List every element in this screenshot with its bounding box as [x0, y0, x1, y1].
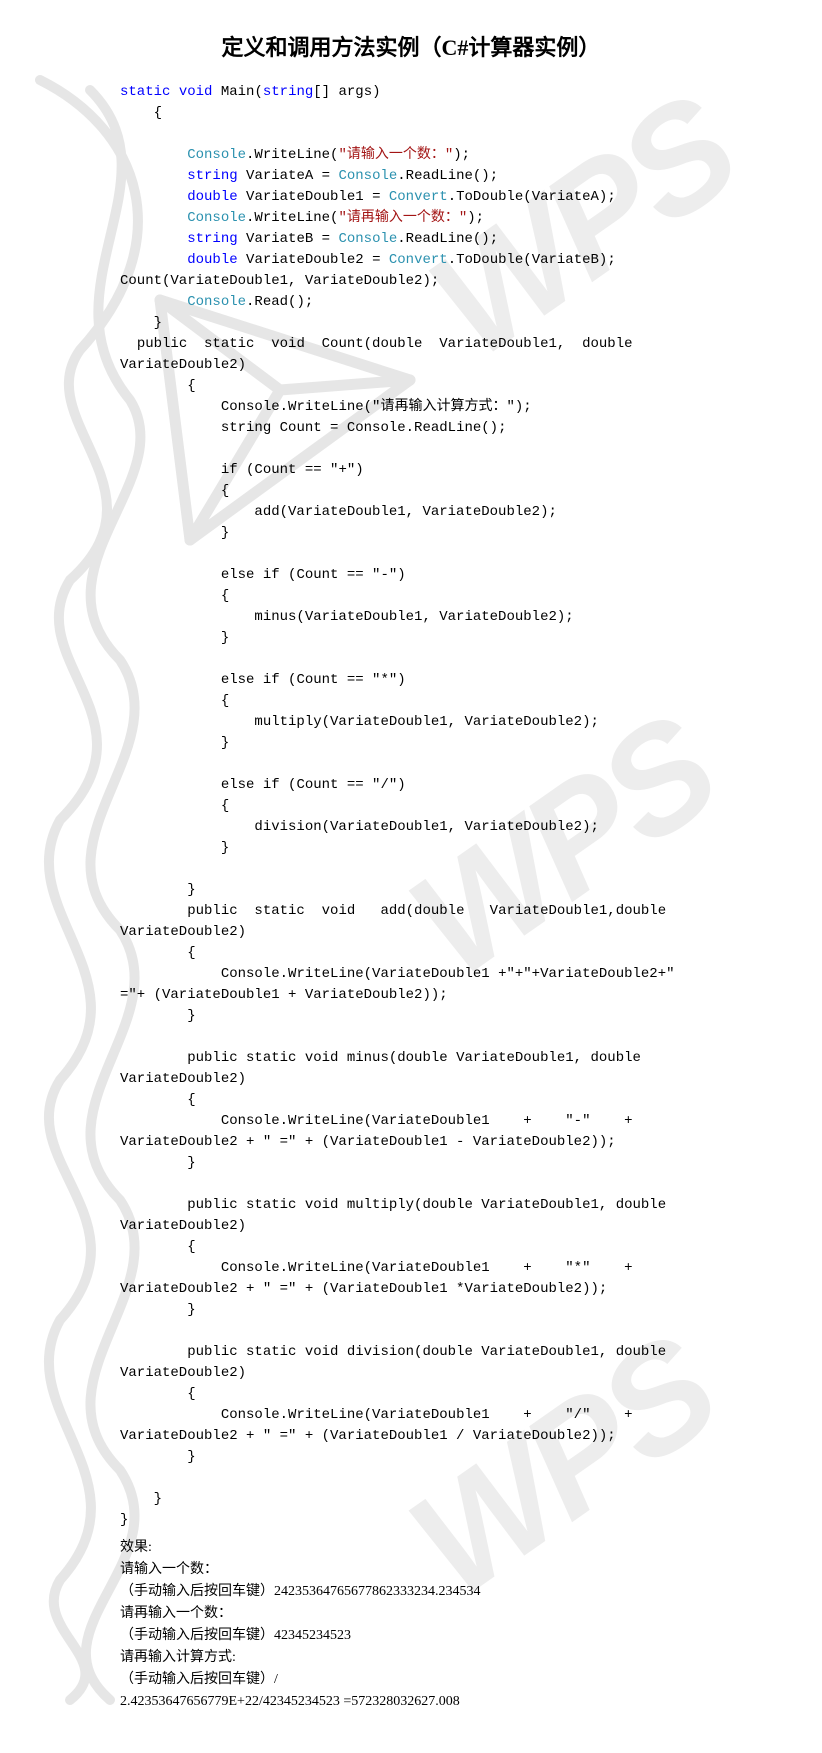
code-cls: Convert [389, 189, 448, 205]
code-cls: Console [338, 168, 397, 184]
document-title: 定义和调用方法实例（C#计算器实例） [0, 30, 822, 62]
code-cls: Console [187, 294, 246, 310]
result-label: 效果: [120, 1537, 702, 1559]
code-cls: Console [187, 147, 246, 163]
result-section: 效果: 请输入一个数： （手动输入后按回车键）24235364765677862… [0, 1531, 822, 1713]
result-line: （手动输入后按回车键）/ [120, 1669, 702, 1691]
result-line: 请输入一个数： [120, 1559, 702, 1581]
code-kw: double [187, 189, 237, 205]
code-str: "请再输入一个数：" [338, 210, 467, 226]
result-line: 请再输入一个数： [120, 1603, 702, 1625]
result-line: （手动输入后按回车键）24235364765677862333234.23453… [120, 1581, 702, 1603]
code-cls: Console [338, 231, 397, 247]
code-kw: static [120, 84, 170, 100]
code-kw: double [187, 252, 237, 268]
code-kw: string [187, 168, 237, 184]
code-kw: void [179, 84, 213, 100]
code-kw: string [263, 84, 313, 100]
code-cls: Console [187, 210, 246, 226]
code-str: "请输入一个数：" [338, 147, 453, 163]
code-cls: Convert [389, 252, 448, 268]
code-kw: string [187, 231, 237, 247]
code-block: static void Main(string[] args) { Consol… [0, 82, 822, 1531]
result-line: 2.42353647656779E+22/42345234523 =572328… [120, 1691, 702, 1713]
result-line: 请再输入计算方式: [120, 1647, 702, 1669]
result-line: （手动输入后按回车键）42345234523 [120, 1625, 702, 1647]
